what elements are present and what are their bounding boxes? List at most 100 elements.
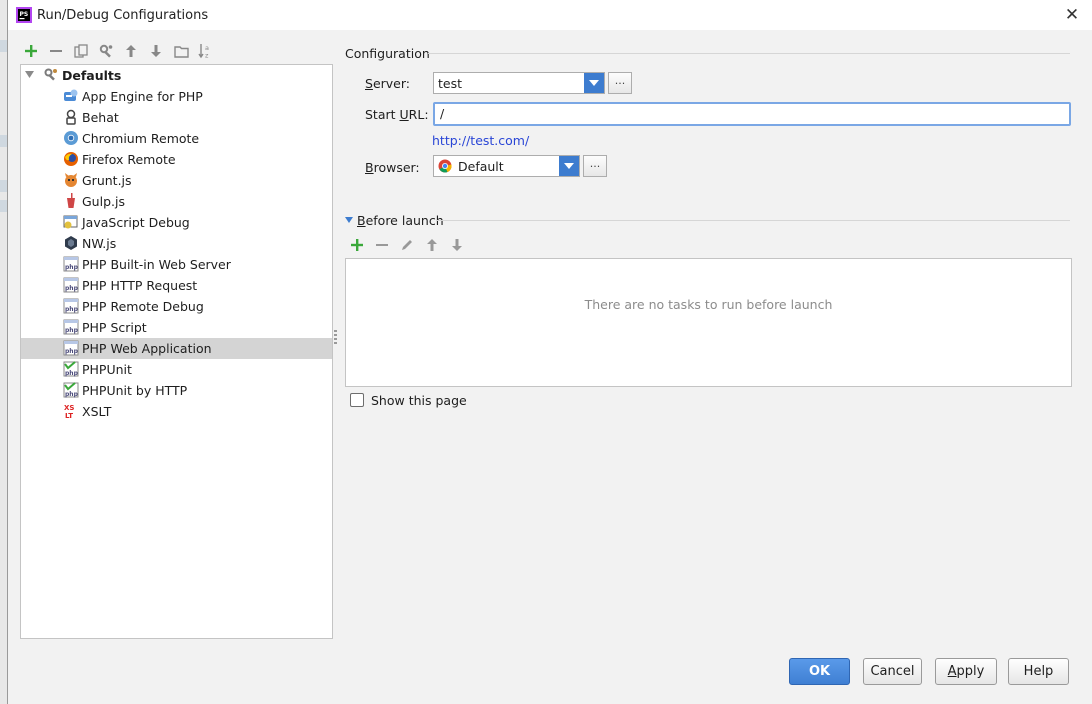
browser-browse-button[interactable]: ... (583, 155, 607, 177)
server-label: Server: (365, 76, 410, 91)
tree-item-label: XSLT (82, 404, 112, 419)
svg-text:PS: PS (20, 11, 29, 18)
start-url-input[interactable]: / (433, 102, 1071, 126)
expand-triangle-icon[interactable] (25, 71, 34, 79)
background-window-strip (0, 0, 8, 704)
tree-item[interactable]: Chromium Remote (21, 128, 332, 149)
php-icon: php (63, 277, 79, 293)
chevron-down-icon[interactable] (584, 73, 604, 93)
cancel-button[interactable]: Cancel (863, 658, 922, 685)
tree-item-label: PHPUnit (82, 362, 132, 377)
xslt-icon: XSLT (64, 404, 74, 419)
nwjs-icon (65, 236, 77, 250)
tree-item-label: Chromium Remote (82, 131, 200, 146)
svg-text:z: z (205, 52, 209, 60)
tree-item-label: Gulp.js (82, 194, 125, 209)
tree-item-label: PHP Web Application (82, 341, 212, 356)
tree-item-label: NW.js (82, 236, 117, 251)
window-title: Run/Debug Configurations (37, 8, 209, 23)
show-this-page-label[interactable]: Show this page (371, 393, 467, 408)
tree-item[interactable]: XS LT XSLT (21, 401, 332, 422)
tree-item-label: PHP Built-in Web Server (82, 257, 231, 272)
chevron-down-icon[interactable] (559, 156, 579, 176)
tree-root-defaults[interactable]: Defaults (21, 65, 332, 86)
start-url-value: / (440, 106, 445, 121)
svg-text:XS: XS (64, 404, 74, 412)
app-engine-icon (64, 89, 78, 101)
tree-item[interactable]: php PHPUnit by HTTP (21, 380, 332, 401)
tree-item[interactable]: Behat (21, 107, 332, 128)
svg-text:php: php (65, 306, 79, 313)
empty-tasks-message: There are no tasks to run before launch (584, 297, 833, 312)
php-icon: php (63, 319, 79, 335)
tree-item[interactable]: App Engine for PHP (21, 86, 332, 107)
add-task-icon[interactable] (348, 236, 366, 254)
ok-button[interactable]: OK (789, 658, 850, 685)
edit-defaults-icon[interactable] (97, 42, 115, 60)
close-button[interactable]: ✕ (1062, 5, 1082, 25)
tree-item-label: PHP Script (82, 320, 147, 335)
browser-value: Default (458, 159, 504, 174)
svg-text:php: php (65, 391, 79, 398)
start-url-label: Start URL: (365, 107, 429, 122)
browser-combo[interactable]: Default (433, 155, 580, 177)
grunt-icon (65, 173, 77, 187)
svg-text:php: php (65, 327, 79, 334)
svg-text:php: php (65, 370, 79, 377)
svg-text:php: php (65, 264, 79, 271)
background-fragment (0, 180, 8, 192)
background-fragment (0, 200, 8, 212)
edit-task-icon[interactable] (398, 236, 416, 254)
add-icon[interactable] (22, 42, 40, 60)
svg-text:php: php (65, 348, 79, 355)
tree-item-label: Grunt.js (82, 173, 132, 188)
resolved-url-link[interactable]: http://test.com/ (432, 133, 529, 148)
tree-item[interactable]: Grunt.js (21, 170, 332, 191)
panel-splitter-handle[interactable] (334, 330, 337, 344)
chromium-icon (64, 131, 78, 145)
move-up-icon[interactable] (122, 42, 140, 60)
tree-item[interactable]: Firefox Remote (21, 149, 332, 170)
phpstorm-app-icon: PS (16, 7, 32, 23)
move-task-down-icon[interactable] (448, 236, 466, 254)
run-debug-dialog: PS Run/Debug Configurations ✕ az Default… (8, 0, 1092, 704)
php-icon: php (63, 256, 79, 272)
tree-item[interactable]: php PHP Remote Debug (21, 296, 332, 317)
server-combo[interactable]: test (433, 72, 605, 94)
gulp-icon (67, 193, 75, 208)
remove-task-icon[interactable] (373, 236, 391, 254)
sort-icon[interactable]: az (197, 42, 215, 60)
folder-icon[interactable] (172, 42, 190, 60)
help-button[interactable]: Help (1008, 658, 1069, 685)
tree-item[interactable]: php PHPUnit (21, 359, 332, 380)
defaults-icon (44, 68, 57, 81)
collapse-triangle-icon[interactable] (345, 217, 353, 223)
tree-item[interactable]: php PHP Script (21, 317, 332, 338)
section-separator (428, 53, 1070, 54)
tree-item[interactable]: Gulp.js (21, 191, 332, 212)
tree-item-label: PHP Remote Debug (82, 299, 204, 314)
phpunit-icon: php (63, 361, 79, 377)
firefox-icon (64, 152, 78, 166)
before-launch-section-title[interactable]: Before launch (357, 213, 444, 228)
copy-icon[interactable] (72, 42, 90, 60)
move-task-up-icon[interactable] (423, 236, 441, 254)
tree-item[interactable]: php PHP Web Application (21, 338, 332, 359)
tree-item[interactable]: php PHP Built-in Web Server (21, 254, 332, 275)
apply-button[interactable]: Apply (935, 658, 997, 685)
before-launch-task-list[interactable]: There are no tasks to run before launch (345, 258, 1072, 387)
configurations-tree[interactable]: Defaults App Engine for PHP Behat Chromium… (20, 64, 333, 639)
svg-text:LT: LT (65, 412, 73, 419)
tree-item-label: App Engine for PHP (82, 89, 203, 104)
tree-item-label: JavaScript Debug (82, 215, 190, 230)
tree-item[interactable]: JavaScript Debug (21, 212, 332, 233)
move-down-icon[interactable] (147, 42, 165, 60)
server-browse-button[interactable]: ... (608, 72, 632, 94)
server-value: test (438, 76, 463, 91)
show-this-page-checkbox[interactable] (350, 393, 364, 407)
tree-item[interactable]: NW.js (21, 233, 332, 254)
remove-icon[interactable] (47, 42, 65, 60)
tree-item[interactable]: php PHP HTTP Request (21, 275, 332, 296)
tree-item-label: Firefox Remote (82, 152, 176, 167)
browser-label: Browser: (365, 160, 420, 175)
